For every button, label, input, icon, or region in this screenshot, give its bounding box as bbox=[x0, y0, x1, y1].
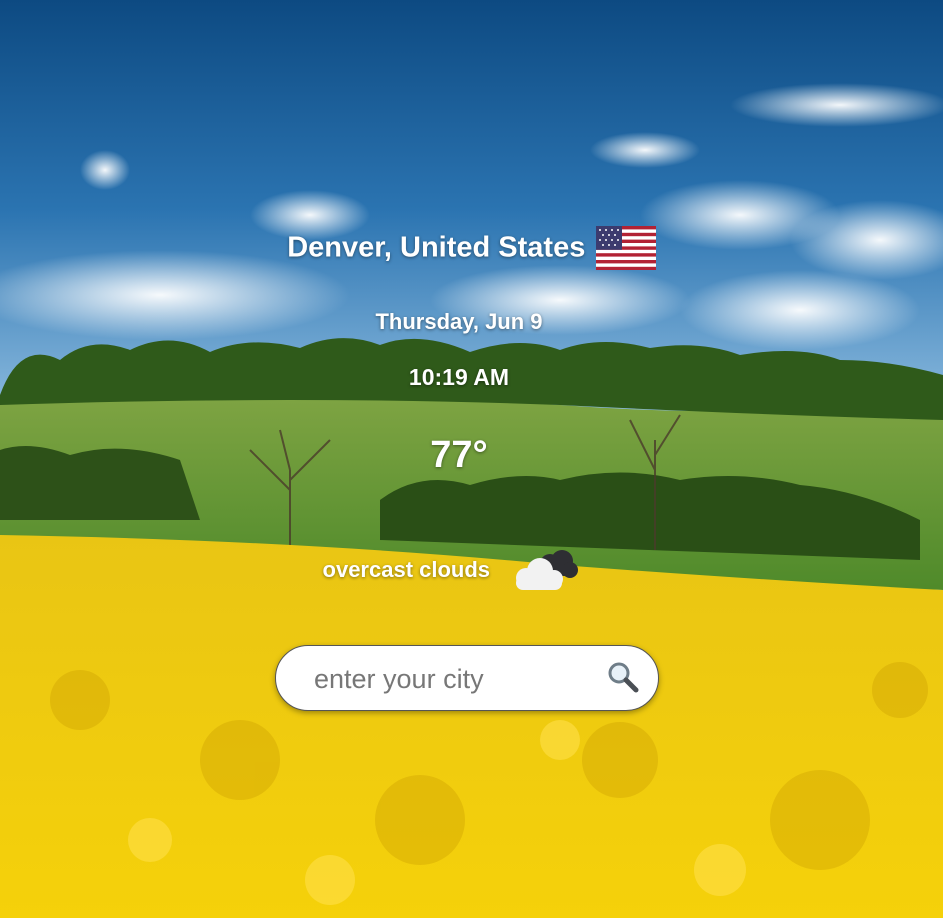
city-search-box bbox=[275, 645, 659, 711]
city-search-input[interactable] bbox=[312, 656, 596, 702]
location-label: Denver, United States bbox=[287, 231, 586, 264]
temperature-label: 77° bbox=[430, 434, 488, 476]
condition-description: overcast clouds bbox=[322, 557, 491, 582]
time-label: 10:19 AM bbox=[408, 364, 510, 390]
overcast-clouds-icon bbox=[516, 550, 579, 590]
weather-app: Denver, United States Thursday, Jun 9 10… bbox=[0, 0, 943, 918]
date-label: Thursday, Jun 9 bbox=[375, 309, 543, 334]
us-flag-icon bbox=[595, 226, 656, 270]
location-row: Denver, United States bbox=[0, 226, 943, 270]
search-icon[interactable] bbox=[606, 660, 640, 694]
condition-row: overcast clouds bbox=[0, 546, 903, 594]
